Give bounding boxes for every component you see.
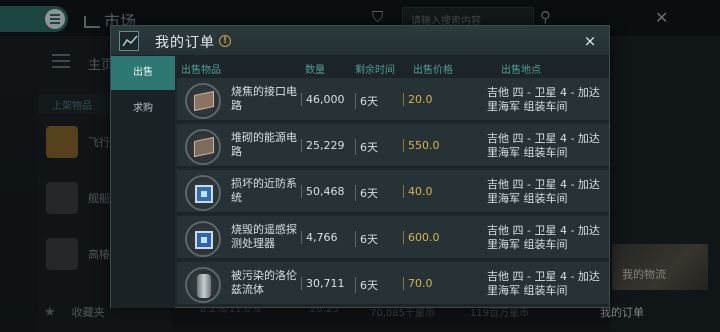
item-time: 6天 xyxy=(355,231,378,247)
item-price: 20.0 xyxy=(403,93,433,106)
item-qty: 30,711 xyxy=(301,277,345,290)
table-row[interactable]: 烧焦的接口电路 46,000 6天 20.0 吉他 四 - 卫星 4 - 加达里… xyxy=(177,78,609,122)
tab-sell[interactable]: 出售 xyxy=(111,56,175,90)
item-price: 40.0 xyxy=(403,185,433,198)
table-row[interactable]: 被污染的洛伦兹流体 30,711 6天 70.0 吉他 四 - 卫星 4 - 加… xyxy=(177,262,609,306)
item-name: 损坏的近防系统 xyxy=(231,177,297,204)
item-price: 550.0 xyxy=(403,139,440,152)
order-type-tabs: 出售 求购 xyxy=(111,56,175,308)
item-qty: 46,000 xyxy=(301,93,345,106)
item-location: 吉他 四 - 卫星 4 - 加达里海军 组装车间 xyxy=(487,132,600,159)
item-name: 被污染的洛伦兹流体 xyxy=(231,269,297,296)
item-time: 6天 xyxy=(355,93,378,109)
column-item: 出售物品 xyxy=(181,65,221,76)
orders-table: 出售物品 数量 剩余时间 出售价格 出售地点 烧焦的接口电路 46,000 6天… xyxy=(177,56,609,308)
item-price: 70.0 xyxy=(403,277,433,290)
column-qty: 数量 xyxy=(305,65,325,76)
item-time: 6天 xyxy=(355,277,378,293)
item-price: 600.0 xyxy=(403,231,440,244)
sensor-processor-icon xyxy=(185,221,221,257)
item-location: 吉他 四 - 卫星 4 - 加达里海军 组装车间 xyxy=(487,86,600,113)
table-row[interactable]: 损坏的近防系统 50,468 6天 40.0 吉他 四 - 卫星 4 - 加达里… xyxy=(177,170,609,214)
burnt-circuit-icon xyxy=(185,83,221,119)
power-circuit-icon xyxy=(185,129,221,165)
chart-icon xyxy=(119,31,139,51)
item-name: 烧毁的遥感探测处理器 xyxy=(231,223,297,250)
column-time: 剩余时间 xyxy=(355,65,395,76)
item-qty: 50,468 xyxy=(301,185,345,198)
item-location: 吉他 四 - 卫星 4 - 加达里海军 组装车间 xyxy=(487,178,600,205)
tab-buy[interactable]: 求购 xyxy=(111,92,175,126)
my-orders-dialog: 我的订单 ! × 出售 求购 出售物品 数量 剩余时间 出售价格 出售地点 烧焦… xyxy=(110,25,610,308)
table-row[interactable]: 堆砌的能源电路 25,229 6天 550.0 吉他 四 - 卫星 4 - 加达… xyxy=(177,124,609,168)
item-location: 吉他 四 - 卫星 4 - 加达里海军 组装车间 xyxy=(487,270,600,297)
info-icon[interactable]: ! xyxy=(219,35,231,47)
item-time: 6天 xyxy=(355,139,378,155)
column-price: 出售价格 xyxy=(413,65,453,76)
item-name: 堆砌的能源电路 xyxy=(231,131,297,158)
item-time: 6天 xyxy=(355,185,378,201)
item-qty: 4,766 xyxy=(301,231,338,244)
item-qty: 25,229 xyxy=(301,139,345,152)
dialog-title: 我的订单 xyxy=(155,35,215,51)
item-location: 吉他 四 - 卫星 4 - 加达里海军 组装车间 xyxy=(487,224,600,251)
column-location: 出售地点 xyxy=(501,65,541,76)
table-header: 出售物品 数量 剩余时间 出售价格 出售地点 xyxy=(177,56,609,78)
close-icon[interactable]: × xyxy=(581,32,599,50)
defense-system-icon xyxy=(185,175,221,211)
lorentz-fluid-icon xyxy=(185,267,221,303)
item-name: 烧焦的接口电路 xyxy=(231,85,297,112)
table-row[interactable]: 烧毁的遥感探测处理器 4,766 6天 600.0 吉他 四 - 卫星 4 - … xyxy=(177,216,609,260)
dialog-header: 我的订单 ! × xyxy=(111,26,609,56)
